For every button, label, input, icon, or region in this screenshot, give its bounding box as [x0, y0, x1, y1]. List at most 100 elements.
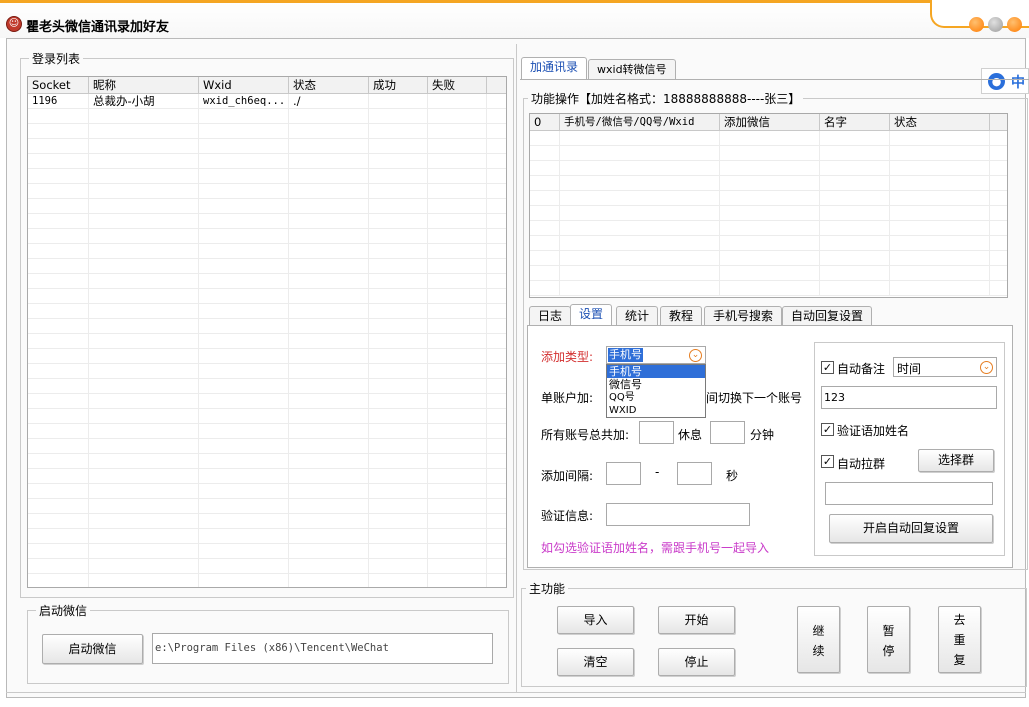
col-index[interactable]: 0	[530, 114, 560, 130]
verify-label: 验证信息:	[541, 509, 594, 523]
tab-wxid-convert[interactable]: wxid转微信号	[588, 59, 676, 79]
empty-row	[28, 499, 506, 514]
col-contact[interactable]: 手机号/微信号/QQ号/Wxid	[560, 114, 720, 130]
option-wechat-id[interactable]: 微信号	[607, 378, 705, 391]
minimize-button[interactable]	[969, 17, 984, 32]
clear-button[interactable]: 清空	[557, 648, 634, 676]
cell-status: ./	[289, 94, 369, 108]
option-qq[interactable]: QQ号	[607, 391, 705, 404]
pause-char-2: 停	[882, 644, 895, 658]
tab-add-contacts[interactable]: 加通讯录	[521, 57, 588, 79]
select-group-button[interactable]: 选择群	[918, 449, 994, 472]
single-account-label: 单账户加:	[541, 391, 594, 405]
import-button[interactable]: 导入	[557, 606, 634, 634]
col-fail[interactable]: 失败	[428, 77, 487, 93]
tab-stats[interactable]: 统计	[616, 306, 659, 326]
tab-log[interactable]: 日志	[529, 306, 572, 326]
start-button[interactable]: 开始	[658, 606, 735, 634]
col-wxid[interactable]: Wxid	[199, 77, 289, 93]
empty-row	[530, 161, 1007, 176]
empty-row	[28, 364, 506, 379]
empty-row	[28, 559, 506, 574]
empty-row	[28, 394, 506, 409]
wechat-path-text: e:\Program Files (x86)\Tencent\WeChat	[155, 642, 389, 654]
window-title: 瞿老头微信通讯录加好友	[26, 20, 170, 35]
col-name[interactable]: 名字	[820, 114, 890, 130]
auto-remark-checkbox[interactable]: ✓	[821, 361, 834, 374]
chevron-down-icon: ⌄	[689, 349, 702, 362]
stop-button[interactable]: 停止	[658, 648, 735, 676]
empty-row	[28, 154, 506, 169]
col-contact-status[interactable]: 状态	[890, 114, 990, 130]
col-add-wechat[interactable]: 添加微信	[720, 114, 820, 130]
empty-row	[28, 289, 506, 304]
verify-message-field[interactable]	[606, 503, 750, 526]
contacts-table-header: 0 手机号/微信号/QQ号/Wxid 添加微信 名字 状态	[530, 114, 1007, 131]
empty-row	[28, 274, 506, 289]
auto-remark-label: 自动备注	[837, 362, 886, 376]
verify-name-checkbox[interactable]: ✓	[821, 423, 834, 436]
login-table[interactable]: Socket 昵称 Wxid 状态 成功 失败 1196 总裁办-小胡 wxid…	[27, 76, 507, 588]
contacts-table[interactable]: 0 手机号/微信号/QQ号/Wxid 添加微信 名字 状态	[529, 113, 1008, 298]
col-success[interactable]: 成功	[369, 77, 428, 93]
rest-label: 休息	[678, 428, 703, 442]
launch-wechat-button[interactable]: 启动微信	[42, 634, 143, 664]
dedupe-char-1: 去	[953, 613, 966, 627]
tab-phone-search[interactable]: 手机号搜索	[704, 306, 783, 326]
verify-name-label: 验证语加姓名	[837, 424, 910, 438]
user-face-icon: ☺	[6, 16, 22, 32]
tab-settings[interactable]: 设置	[570, 304, 613, 326]
empty-row	[530, 176, 1007, 191]
interval-min-field[interactable]	[606, 462, 641, 485]
empty-rows	[28, 109, 506, 587]
col-status[interactable]: 状态	[289, 77, 369, 93]
table-row[interactable]: 1196 总裁办-小胡 wxid_ch6eq... ./	[28, 94, 506, 109]
empty-row	[28, 124, 506, 139]
auto-reply-settings-button[interactable]: 开启自动回复设置	[829, 514, 993, 543]
pause-char-1: 暂	[882, 624, 895, 638]
minutes-label: 分钟	[750, 428, 775, 442]
pause-button[interactable]: 暂 停	[867, 606, 910, 673]
dedupe-button[interactable]: 去 重 复	[938, 606, 981, 673]
col-socket[interactable]: Socket	[28, 77, 89, 93]
wechat-path-field[interactable]: e:\Program Files (x86)\Tencent\WeChat	[152, 633, 493, 664]
empty-row	[530, 206, 1007, 221]
empty-row	[28, 169, 506, 184]
maximize-button[interactable]	[988, 17, 1003, 32]
close-button[interactable]	[1007, 17, 1022, 32]
empty-row	[28, 334, 506, 349]
login-table-header: Socket 昵称 Wxid 状态 成功 失败	[28, 77, 506, 94]
continue-button[interactable]: 继 续	[797, 606, 840, 673]
remark-type-select[interactable]: 时间 ⌄	[893, 357, 997, 377]
total-count-field[interactable]	[639, 421, 674, 444]
seconds-label: 秒	[726, 469, 739, 483]
empty-row	[28, 349, 506, 364]
empty-row	[28, 214, 506, 229]
remark-value-field[interactable]: 123	[821, 386, 997, 409]
continue-char-2: 续	[812, 644, 825, 658]
tab-auto-reply[interactable]: 自动回复设置	[782, 306, 873, 326]
auto-group-checkbox[interactable]: ✓	[821, 455, 834, 468]
interval-max-field[interactable]	[677, 462, 712, 485]
cell-fail	[428, 94, 487, 108]
empty-row	[530, 236, 1007, 251]
col-nickname[interactable]: 昵称	[89, 77, 199, 93]
empty-row	[530, 281, 1007, 296]
rest-minutes-field[interactable]	[710, 421, 745, 444]
option-wxid[interactable]: WXID	[607, 404, 705, 417]
tab-tutorial[interactable]: 教程	[660, 306, 703, 326]
empty-row	[28, 484, 506, 499]
add-type-select[interactable]: 手机号 ⌄	[606, 346, 706, 364]
panel-divider	[516, 44, 517, 692]
group-name-field[interactable]	[825, 482, 993, 505]
empty-row	[530, 221, 1007, 236]
title-bar: ☺ 瞿老头微信通讯录加好友	[0, 0, 1029, 38]
function-group-title: 功能操作【加姓名格式：18888888888----张三】	[528, 90, 804, 107]
empty-row	[530, 146, 1007, 161]
add-type-dropdown[interactable]: 手机号 微信号 QQ号 WXID	[606, 364, 706, 418]
cell-wxid: wxid_ch6eq...	[199, 94, 289, 108]
option-phone[interactable]: 手机号	[607, 365, 705, 378]
empty-row	[28, 529, 506, 544]
empty-row	[530, 251, 1007, 266]
empty-row	[28, 259, 506, 274]
